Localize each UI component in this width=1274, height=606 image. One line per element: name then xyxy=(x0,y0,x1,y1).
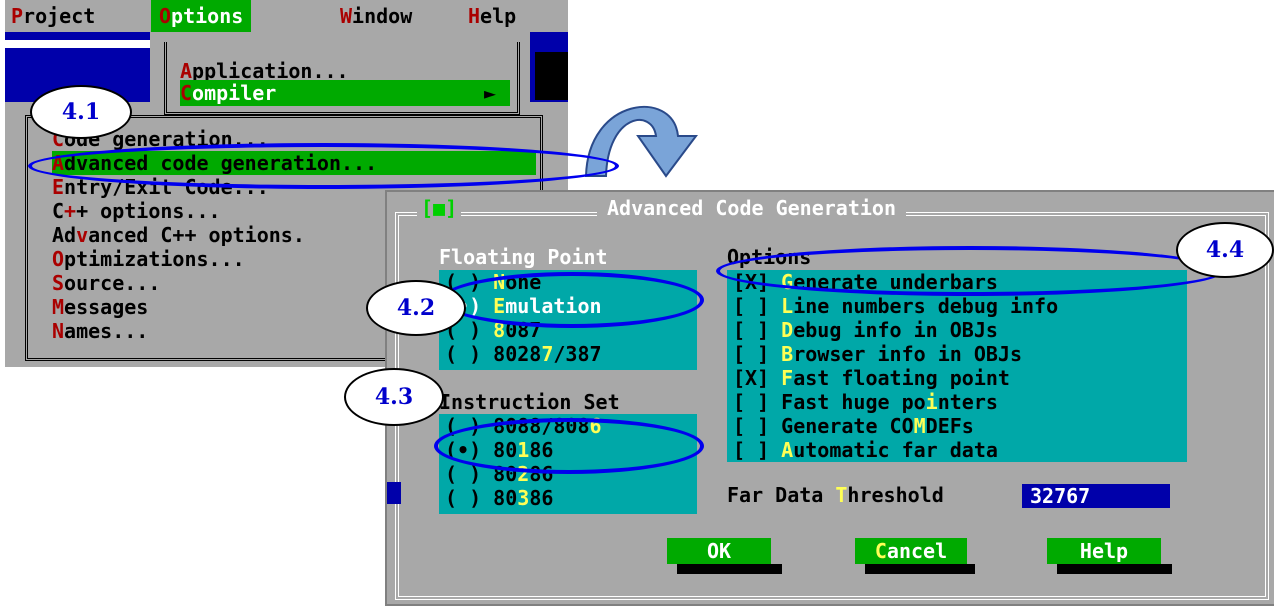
help-button[interactable]: Help xyxy=(1047,538,1161,564)
floating-point-label: Floating Point xyxy=(439,245,608,269)
checkbox-browser-info[interactable]: [ ] Browser info in OBJs xyxy=(733,342,1022,366)
options-dropdown: Application... Compiler ► xyxy=(150,32,525,122)
menu-bar: Project Options Window Help xyxy=(5,0,568,32)
menu-project[interactable]: Project xyxy=(11,0,95,32)
callout-4-1: 4.1 xyxy=(30,85,132,139)
ok-button[interactable]: OK xyxy=(667,538,771,564)
submenu-item-names[interactable]: Names... xyxy=(52,319,148,343)
help-button-shadow xyxy=(1057,564,1172,574)
far-data-threshold-label: Far Data Threshold xyxy=(727,483,944,507)
ok-button-shadow xyxy=(677,564,782,574)
checkbox-fast-floating-point[interactable]: [X] Fast floating point xyxy=(733,366,1010,390)
far-data-threshold-input[interactable]: 32767 xyxy=(1022,484,1170,508)
checkbox-automatic-far-data[interactable]: [ ] Automatic far data xyxy=(733,438,998,462)
menu-help[interactable]: Help xyxy=(468,0,516,32)
checkbox-line-numbers[interactable]: [ ] Line numbers debug info xyxy=(733,294,1058,318)
dialog-title: Advanced Code Generation xyxy=(597,195,906,221)
menu-window[interactable]: Window xyxy=(340,0,412,32)
callout-4-4: 4.4 xyxy=(1176,222,1274,278)
menu-options[interactable]: Options xyxy=(151,0,252,32)
cancel-button-shadow xyxy=(865,564,975,574)
checkbox-fast-huge-pointers[interactable]: [ ] Fast huge pointers xyxy=(733,390,998,414)
menu-item-compiler[interactable]: Compiler ► xyxy=(180,80,510,106)
checkbox-debug-info[interactable]: [ ] Debug info in OBJs xyxy=(733,318,998,342)
callout-4-2: 4.2 xyxy=(366,280,466,336)
highlight-ring-generate-underbars xyxy=(716,246,1224,296)
radio-is-80386[interactable]: ( ) 80386 xyxy=(445,486,553,510)
instruction-set-label: Instruction Set xyxy=(439,390,620,414)
radio-fp-80287[interactable]: ( ) 80287/387 xyxy=(445,342,602,366)
highlight-ring-advanced-code-generation xyxy=(28,143,619,189)
options-group: [X] Generate underbars [ ] Line numbers … xyxy=(727,270,1187,462)
scrollbar-thumb xyxy=(535,52,568,100)
checkbox-generate-comdefs[interactable]: [ ] Generate COMDEFs xyxy=(733,414,974,438)
submenu-item-source[interactable]: Source... xyxy=(52,271,160,295)
background-window-edge xyxy=(387,482,401,504)
submenu-item-messages[interactable]: Messages xyxy=(52,295,148,319)
submenu-item-advanced-cpp-options[interactable]: Advanced C++ options. xyxy=(52,223,305,247)
highlight-ring-80186 xyxy=(434,418,704,474)
highlight-ring-emulation xyxy=(440,272,704,328)
cancel-button[interactable]: Cancel xyxy=(855,538,967,564)
submenu-item-optimizations[interactable]: Optimizations... xyxy=(52,247,245,271)
callout-4-3: 4.3 xyxy=(344,368,444,426)
submenu-item-cpp-options[interactable]: C++ options... xyxy=(52,199,221,223)
submenu-arrow-icon: ► xyxy=(483,81,496,105)
close-box-icon[interactable]: [■] xyxy=(417,195,462,221)
